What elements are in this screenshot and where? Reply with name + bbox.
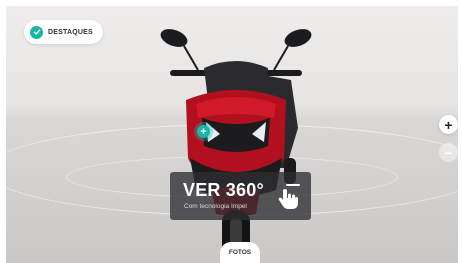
feature-hotspot-button[interactable]: +	[197, 125, 210, 138]
hand-drag-icon	[278, 184, 300, 209]
photos-tab-button[interactable]: FOTOS	[220, 242, 260, 263]
highlights-button[interactable]: DESTAQUES	[24, 20, 103, 44]
product-360-viewer[interactable]: DESTAQUES + + − VER 360° Com tecnologia …	[6, 6, 458, 263]
zoom-out-button[interactable]: −	[439, 143, 458, 162]
zoom-in-button[interactable]: +	[439, 115, 458, 134]
view-360-button[interactable]: VER 360° Com tecnologia Impel	[170, 172, 311, 220]
check-circle-icon	[30, 25, 43, 39]
view-360-title: VER 360°	[183, 180, 264, 200]
scooter-image	[160, 29, 312, 260]
view-360-subtitle: Com tecnologia Impel	[184, 203, 247, 210]
highlights-label: DESTAQUES	[48, 28, 93, 36]
